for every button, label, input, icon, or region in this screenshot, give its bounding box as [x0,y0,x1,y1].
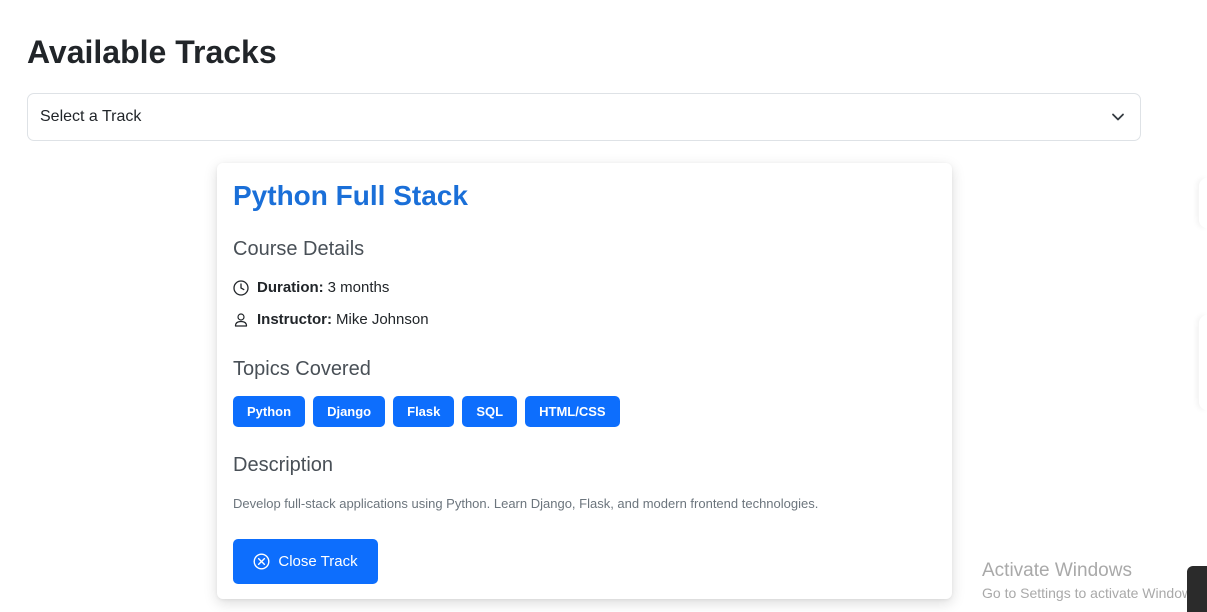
duration-value: 3 months [327,279,390,296]
watermark-title: Activate Windows [982,560,1132,581]
duration-row: Duration: 3 months [233,278,389,298]
instructor-value: Mike Johnson [336,311,429,328]
close-track-label: Close Track [278,553,358,570]
page: Available Tracks Select a Track Python F… [0,0,1207,612]
topic-badge-flask: Flask [393,396,455,427]
page-title: Available Tracks [27,34,277,70]
activate-windows-watermark: Activate Windows Go to Settings to activ… [982,560,1203,604]
close-track-button[interactable]: Close Track [233,539,378,584]
watermark-subtitle: Go to Settings to activate Windows. [982,585,1203,601]
clock-icon [233,280,249,296]
instructor-row: Instructor: Mike Johnson [233,310,429,330]
close-circle-icon [253,553,270,570]
description-heading: Description [233,454,334,476]
instructor-label: Instructor: [257,311,332,328]
chevron-down-icon [1110,109,1126,125]
description-text: Develop full-stack applications using Py… [233,496,819,511]
person-icon [233,312,249,328]
track-card: Python Full Stack Course Details Duratio… [217,163,952,599]
topic-badge-sql: SQL [462,396,518,427]
track-select-value: Select a Track [40,108,142,125]
course-details-heading: Course Details [233,238,365,260]
edge-widget[interactable] [1187,566,1207,612]
topics-heading: Topics Covered [233,358,371,380]
topics-list: Python Django Flask SQL HTML/CSS [233,396,620,427]
track-title: Python Full Stack [233,180,468,211]
topic-badge-html-css: HTML/CSS [525,396,620,427]
topic-badge-django: Django [313,396,386,427]
edge-shadow-bottom [1199,315,1207,410]
topic-badge-python: Python [233,396,306,427]
edge-shadow-top [1199,178,1207,228]
track-select[interactable]: Select a Track [27,93,1141,141]
duration-label: Duration: [257,279,324,296]
